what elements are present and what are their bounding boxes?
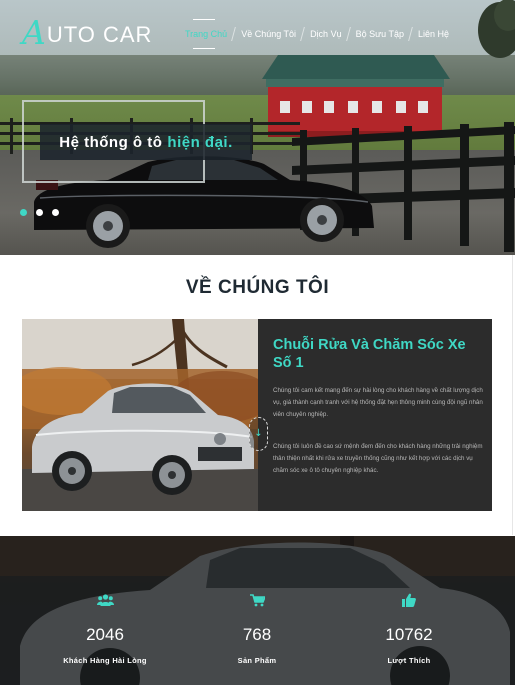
slider-dot-3[interactable] (52, 209, 59, 216)
slider-dot-2[interactable] (36, 209, 43, 216)
top-navbar: A UTO CAR Trang Chủ Về Chúng Tôi Dịch Vụ… (0, 0, 515, 64)
hero-caption-text: Hệ thống ô tô (59, 133, 163, 151)
stat-value: 768 (242, 625, 272, 644)
users-icon (30, 592, 180, 608)
stat-satisfied-customers: 2046 Khách Hàng Hài Lòng (30, 592, 180, 665)
main-menu: Trang Chủ Về Chúng Tôi Dịch Vụ Bộ Sưu Tậ… (178, 24, 456, 44)
active-nav-rule-top (193, 19, 215, 20)
silver-car-image (22, 319, 258, 511)
logo-letter: A (22, 13, 46, 52)
cart-icon (182, 592, 332, 608)
hero-slider: Hệ thống ô tô hiện đại. A UTO CAR Trang … (0, 0, 515, 255)
stat-products: 768 Sản Phẩm (182, 592, 332, 665)
stat-label: Khách Hàng Hài Lòng (63, 656, 147, 665)
hero-caption-highlight: hiện đại. (167, 133, 233, 151)
about-paragraph-1: Chúng tôi cam kết mang đến sự hài lòng c… (273, 387, 483, 418)
nav-item-contact[interactable]: Liên Hệ (411, 24, 456, 44)
active-nav-rule-bottom (193, 48, 215, 49)
thumbs-up-icon (334, 592, 484, 608)
nav-item-services[interactable]: Dịch Vụ (303, 24, 349, 44)
about-section-title: VỀ CHÚNG TÔI (185, 277, 330, 298)
slider-dot-1[interactable] (20, 209, 27, 216)
about-car-photo (22, 319, 258, 511)
about-heading: Chuỗi Rửa Và Chăm Sóc Xe Số 1 (273, 337, 466, 371)
stat-value: 2046 (86, 625, 124, 644)
nav-item-about[interactable]: Về Chúng Tôi (234, 24, 303, 44)
scroll-down-button[interactable]: ↓ (249, 417, 268, 451)
about-text-panel: Chuỗi Rửa Và Chăm Sóc Xe Số 1 Chúng tôi … (258, 319, 492, 511)
brand-logo[interactable]: A UTO CAR (22, 16, 152, 50)
stat-label: Sản Phẩm (237, 656, 277, 665)
hero-caption: Hệ thống ô tô hiện đại. (40, 124, 252, 160)
stat-likes: 10762 Lượt Thích (334, 592, 484, 665)
logo-text: UTO CAR (46, 22, 153, 47)
stat-value: 10762 (385, 625, 433, 644)
nav-item-gallery[interactable]: Bộ Sưu Tập (349, 24, 411, 44)
stat-label: Lượt Thích (387, 656, 431, 665)
nav-item-home[interactable]: Trang Chủ (178, 24, 234, 44)
about-paragraph-2: Chúng tôi luôn đề cao sứ mệnh đem đến ch… (273, 443, 483, 474)
slider-dots (20, 209, 59, 216)
arrow-down-icon: ↓ (254, 428, 263, 439)
stats-section: 2046 Khách Hàng Hài Lòng 768 Sản Phẩm 10… (0, 536, 515, 685)
